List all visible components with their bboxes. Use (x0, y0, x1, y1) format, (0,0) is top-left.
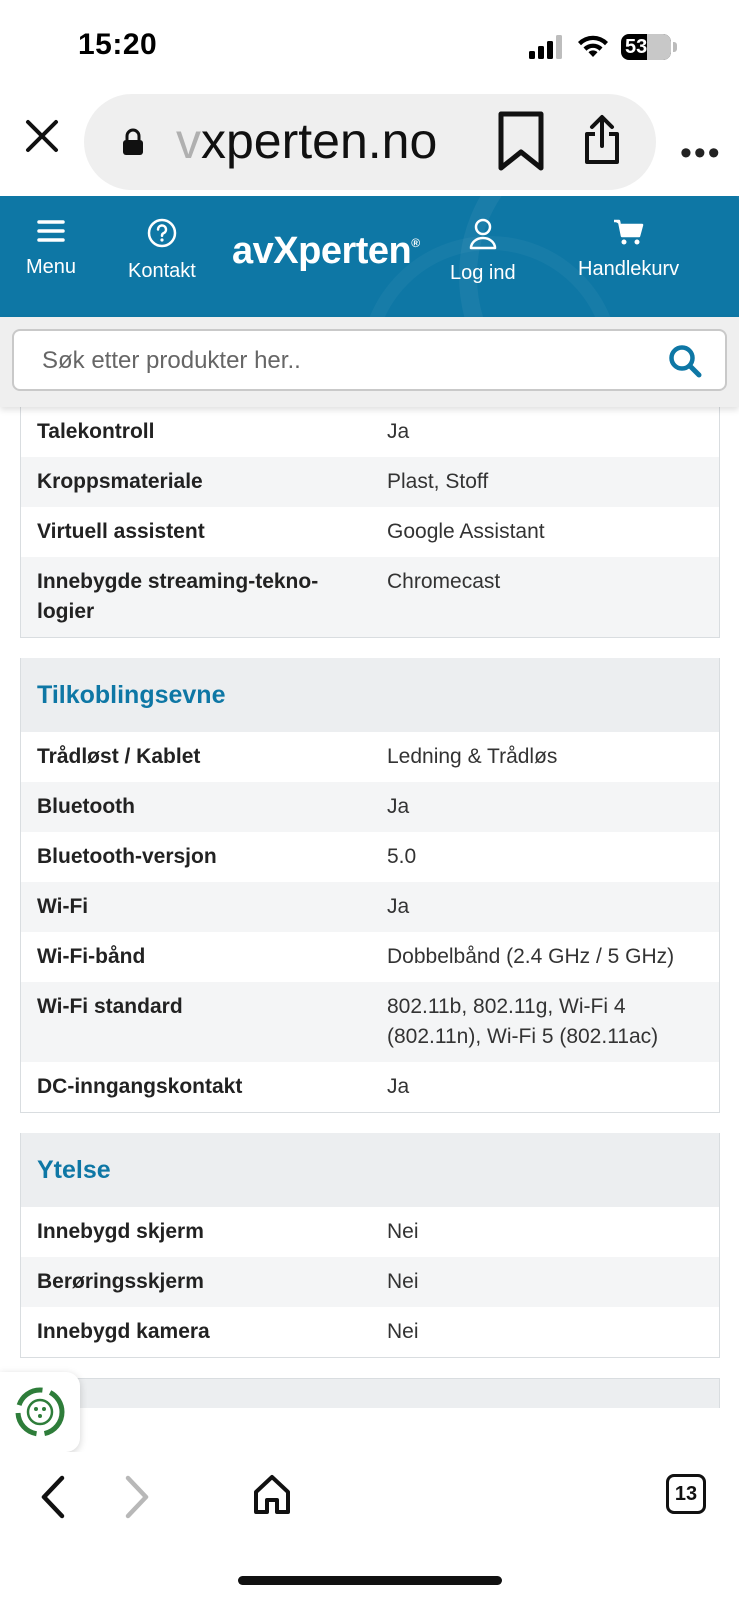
home-indicator (238, 1576, 502, 1585)
user-icon (469, 218, 497, 250)
spec-value: Dobbelbånd (2.4 GHz / 5 GHz) (387, 945, 675, 968)
spec-row: Innebygde streaming-tekno-logier Chromec… (21, 557, 719, 637)
forward-arrow-icon[interactable] (122, 1474, 152, 1520)
recycle-icon (15, 1387, 65, 1437)
site-logo[interactable]: avXperten® (232, 230, 420, 273)
spec-row: Wi-Fi-bånd Dobbelbånd (2.4 GHz / 5 GHz) (21, 932, 719, 982)
spec-key: Bluetooth (37, 795, 135, 818)
spec-table-performance: Ytelse Innebygd skjerm Nei Berøringsskje… (20, 1133, 720, 1358)
spec-value: Ja (387, 795, 410, 818)
spec-row: Trådløst / Kablet Ledning & Trådløs (21, 732, 719, 782)
browser-toolbar: 13 (0, 1452, 739, 1600)
spec-value: Chromecast (387, 570, 501, 593)
status-bar: 15:20 53 (0, 0, 739, 92)
spec-row: DC-inngangskontakt Ja (21, 1062, 719, 1112)
lock-icon (123, 128, 143, 155)
cart-button[interactable]: Handlekurv (578, 218, 679, 281)
browser-address-row: vxperten.no ••• (0, 92, 739, 196)
logo-registered-mark: ® (411, 236, 420, 250)
battery-indicator: 53 (621, 34, 671, 60)
battery-level: 53 (625, 35, 648, 58)
spec-key: Bluetooth-versjon (37, 845, 217, 868)
spec-value: Nei (387, 1220, 419, 1243)
spec-value: 5.0 (387, 845, 417, 868)
spec-key: Virtuell assistent (37, 520, 205, 543)
spec-value: Nei (387, 1320, 419, 1343)
spec-row: Berøringsskjerm Nei (21, 1257, 719, 1307)
section-title-performance: Ytelse (21, 1133, 719, 1207)
cellular-signal-icon (529, 35, 562, 59)
menu-button[interactable]: Menu (26, 218, 76, 279)
status-time: 15:20 (78, 28, 158, 61)
spec-row: Wi-Fi standard 802.11b, 802.11g, Wi-Fi 4… (21, 982, 719, 1062)
spec-key: Innebygd kamera (37, 1320, 210, 1343)
spec-value: Ledning & Trådløs (387, 745, 558, 768)
url-faded-text: v (176, 113, 201, 169)
bookmark-icon[interactable] (496, 110, 546, 172)
logo-text: avXperten (232, 230, 412, 272)
spec-row: Wi-Fi Ja (21, 882, 719, 932)
spec-content: Talekontroll Ja Kroppsmateriale Plast, S… (20, 407, 720, 1408)
spec-key: DC-inngangskontakt (37, 1075, 243, 1098)
eco-badge[interactable] (0, 1372, 80, 1452)
spec-rows: Innebygd skjerm Nei Berøringsskjerm Nei … (21, 1207, 719, 1357)
contact-button[interactable]: Kontakt (128, 218, 196, 283)
spec-value: Ja (387, 895, 410, 918)
spec-value: Plast, Stoff (387, 470, 489, 493)
login-button[interactable]: Log ind (450, 218, 516, 285)
search-icon[interactable] (667, 343, 703, 379)
spec-row: Innebygd skjerm Nei (21, 1207, 719, 1257)
spec-row: Bluetooth Ja (21, 782, 719, 832)
spec-key: Talekontroll (37, 420, 155, 443)
cart-label: Handlekurv (578, 258, 680, 280)
spec-row: Innebygd kamera Nei (21, 1307, 719, 1357)
spec-row: Virtuell assistent Google Assistant (21, 507, 719, 557)
spec-key: Innebygd skjerm (37, 1220, 204, 1243)
home-icon[interactable] (252, 1472, 292, 1516)
spec-value: Google Assistant (387, 520, 545, 543)
spec-key: Kroppsmateriale (37, 470, 203, 493)
next-section-header (20, 1378, 720, 1408)
spec-key: Trådløst / Kablet (37, 745, 201, 768)
site-header: Menu Kontakt avXperten® Log ind Handleku… (0, 196, 739, 317)
address-bar[interactable]: vxperten.no (84, 94, 656, 190)
spec-key: Wi-Fi standard (37, 995, 183, 1018)
help-circle-icon (147, 218, 177, 248)
wifi-icon (578, 35, 608, 57)
hamburger-icon (37, 220, 65, 242)
url-text: vxperten.no (176, 112, 466, 170)
share-icon[interactable] (582, 114, 622, 166)
spec-row: Kroppsmateriale Plast, Stoff (21, 457, 719, 507)
spec-row: Bluetooth-versjon 5.0 (21, 832, 719, 882)
spec-key: Wi-Fi-bånd (37, 945, 146, 968)
spec-key: Innebygde streaming-tekno-logier (37, 570, 319, 623)
shopping-cart-icon (613, 219, 643, 245)
spec-value: 802.11b, 802.11g, Wi-Fi 4 (802.11n), Wi-… (387, 995, 659, 1048)
spec-value: Ja (387, 420, 410, 443)
search-box (12, 329, 727, 391)
battery-tip (673, 42, 677, 52)
search-section (0, 317, 739, 407)
spec-row: Talekontroll Ja (21, 407, 719, 457)
login-label: Log ind (450, 262, 516, 284)
search-input[interactable] (42, 347, 602, 375)
spec-table-connectivity: Tilkoblingsevne Trådløst / Kablet Lednin… (20, 658, 720, 1113)
section-title-connectivity: Tilkoblingsevne (21, 658, 719, 732)
contact-label: Kontakt (128, 260, 196, 282)
menu-label: Menu (26, 256, 77, 278)
back-arrow-icon[interactable] (38, 1474, 68, 1520)
tabs-count-button[interactable]: 13 (666, 1474, 706, 1514)
spec-key: Berøringsskjerm (37, 1270, 204, 1293)
url-domain-text: xperten.no (201, 113, 438, 169)
more-options-icon[interactable]: ••• (680, 134, 722, 173)
spec-table-general: Talekontroll Ja Kroppsmateriale Plast, S… (20, 407, 720, 638)
spec-key: Wi-Fi (37, 895, 89, 918)
spec-value: Nei (387, 1270, 419, 1293)
status-icons: 53 (529, 34, 677, 60)
spec-rows: Trådløst / Kablet Ledning & Trådløs Blue… (21, 732, 719, 1112)
close-icon[interactable] (22, 116, 62, 156)
spec-value: Ja (387, 1075, 410, 1098)
